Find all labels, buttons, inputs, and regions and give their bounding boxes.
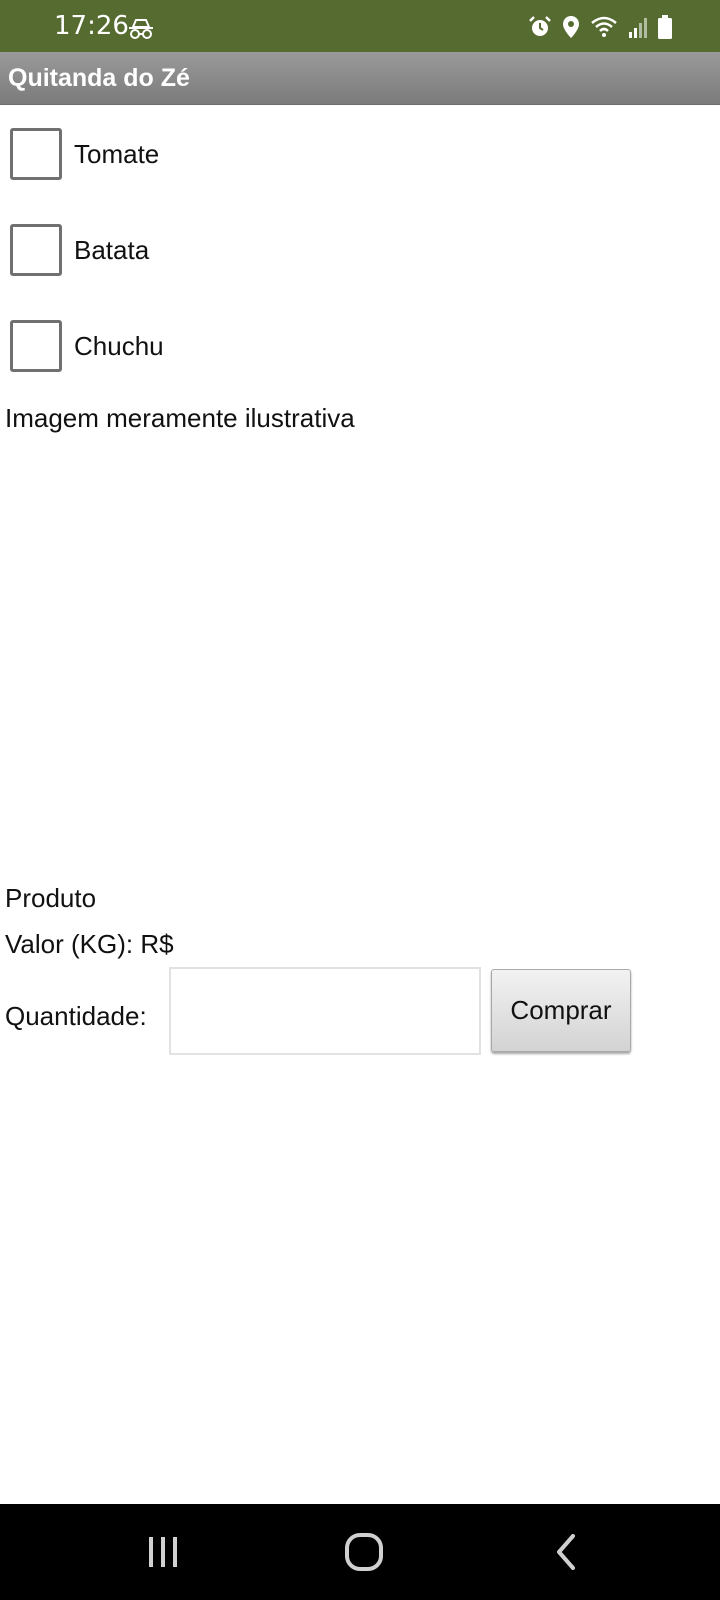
recent-apps-icon[interactable] bbox=[133, 1528, 193, 1576]
chuchu-label[interactable]: Chuchu bbox=[74, 331, 164, 361]
batata-label[interactable]: Batata bbox=[74, 235, 149, 265]
price-label: Valor (KG): R$ bbox=[5, 929, 174, 959]
signal-icon bbox=[628, 16, 648, 38]
product-option-tomate[interactable]: Tomate bbox=[10, 125, 159, 183]
status-time: 17:26 bbox=[54, 11, 129, 41]
home-icon[interactable] bbox=[334, 1528, 394, 1576]
tomate-label[interactable]: Tomate bbox=[74, 139, 159, 169]
quantity-input[interactable] bbox=[169, 967, 481, 1055]
battery-icon bbox=[658, 15, 672, 39]
app-title: Quitanda do Zé bbox=[8, 64, 190, 92]
product-option-chuchu[interactable]: Chuchu bbox=[10, 317, 164, 375]
alarm-icon bbox=[528, 15, 552, 39]
location-icon bbox=[562, 15, 580, 39]
image-caption: Imagem meramente ilustrativa bbox=[5, 403, 355, 433]
batata-checkbox[interactable] bbox=[10, 224, 62, 276]
chuchu-checkbox[interactable] bbox=[10, 320, 62, 372]
app-bar: Quitanda do Zé bbox=[0, 52, 720, 105]
wifi-icon bbox=[590, 15, 618, 39]
product-name-label: Produto bbox=[5, 883, 97, 913]
status-icons bbox=[528, 14, 672, 40]
tomate-checkbox[interactable] bbox=[10, 128, 62, 180]
incognito-icon bbox=[128, 18, 154, 40]
quantity-label: Quantidade: bbox=[5, 1001, 147, 1031]
status-bar: 17:26 bbox=[0, 0, 720, 52]
navigation-bar bbox=[0, 1504, 720, 1600]
buy-button[interactable]: Comprar bbox=[491, 969, 631, 1052]
back-icon[interactable] bbox=[536, 1528, 596, 1576]
product-option-batata[interactable]: Batata bbox=[10, 221, 149, 279]
